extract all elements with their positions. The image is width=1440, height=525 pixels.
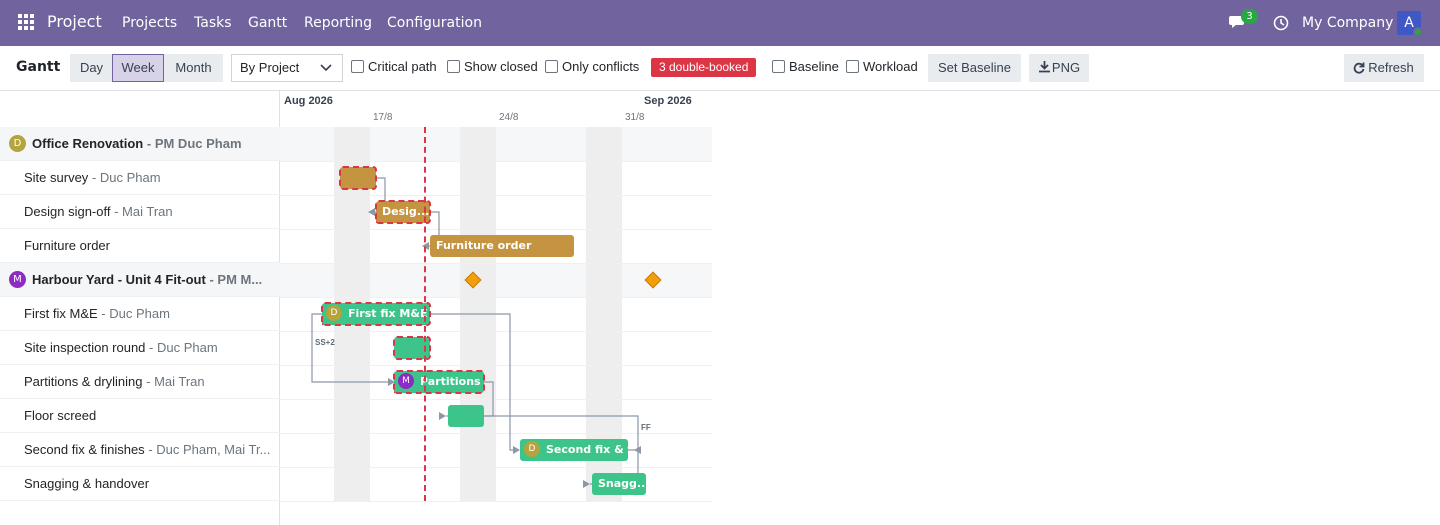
scale-day-button[interactable]: Day [70,54,113,82]
task-assignee: - Duc Pham [101,306,170,321]
critical-path-label: Critical path [368,59,437,74]
task-row-snagging[interactable]: Snagging & handover [0,467,280,501]
chevron-down-icon [320,64,332,72]
workload-checkbox[interactable] [846,60,859,73]
bar-label: First fix M&E [348,307,428,320]
task-name: Snagging & handover [24,476,150,491]
task-row-floor-screed[interactable]: Floor screed [0,399,280,433]
task-name: Floor screed [24,408,97,423]
activity-clock-icon[interactable] [1273,15,1289,31]
project-manager-avatar: M [9,271,26,288]
project-row-harbour-yard[interactable]: M Harbour Yard - Unit 4 Fit-out - PM M..… [0,263,280,297]
show-closed-label: Show closed [464,59,538,74]
project-name: Office Renovation [32,136,144,151]
dependency-label-ss: SS+2 [315,338,335,347]
critical-path-checkbox[interactable] [351,60,364,73]
gantt-row-labels: D Office Renovation - PM Duc Pham Site s… [0,91,280,525]
messages-count-badge: 3 [1241,9,1258,24]
top-navbar: Project Projects Tasks Gantt Reporting C… [0,0,1440,46]
project-name: Harbour Yard - Unit 4 Fit-out [32,272,206,287]
gantt-chart-area[interactable]: Aug 2026 Sep 2026 17/8 24/8 31/8 SS+2 FF… [280,91,712,525]
task-bar-site-survey[interactable] [339,166,377,190]
menu-configuration[interactable]: Configuration [387,15,482,31]
task-bar-first-fix[interactable]: D First fix M&E [321,302,431,326]
assignee-avatar: D [524,441,540,457]
task-row-design-signoff[interactable]: Design sign-off - Mai Tran [0,195,280,229]
menu-tasks[interactable]: Tasks [194,15,232,31]
task-row-site-inspection[interactable]: Site inspection round - Duc Pham [0,331,280,365]
task-assignee: - Mai Tran [114,204,173,219]
company-switcher[interactable]: My Company [1302,15,1393,31]
task-bar-second-fix[interactable]: D Second fix & f... [520,439,628,461]
assignee-avatar: M [398,373,414,389]
view-title: Gantt [16,59,61,75]
task-row-second-fix[interactable]: Second fix & finishes - Duc Pham, Mai Tr… [0,433,280,467]
task-row-partitions[interactable]: Partitions & drylining - Mai Tran [0,365,280,399]
gantt-toolbar: Gantt Day Week Month By Project Critical… [0,46,1440,91]
baseline-label: Baseline [789,59,839,74]
task-name: Furniture order [24,238,110,253]
today-marker-line [424,127,426,501]
task-name: Second fix & finishes [24,442,145,457]
task-row-site-survey[interactable]: Site survey - Duc Pham [0,161,280,195]
task-name: Site survey [24,170,89,185]
task-row-first-fix[interactable]: First fix M&E - Duc Pham [0,297,280,331]
group-by-value: By Project [240,60,300,75]
bar-label: Second fix & f... [546,443,628,456]
online-status-dot [1413,27,1423,37]
project-row-office-renovation[interactable]: D Office Renovation - PM Duc Pham [0,127,280,161]
task-assignee: - Duc Pham, Mai Tr... [148,442,271,457]
task-row-furniture-order[interactable]: Furniture order [0,229,280,263]
scale-month-button[interactable]: Month [164,54,223,82]
assignee-avatar: D [326,305,342,321]
set-baseline-button[interactable]: Set Baseline [928,54,1021,82]
task-name: Design sign-off [24,204,111,219]
task-assignee: - Duc Pham [149,340,218,355]
show-closed-checkbox[interactable] [447,60,460,73]
refresh-icon [1353,62,1365,74]
task-bar-snagging[interactable]: Snagg... [592,473,646,495]
menu-gantt[interactable]: Gantt [248,15,287,31]
refresh-button[interactable]: Refresh [1344,54,1424,82]
only-conflicts-label: Only conflicts [562,59,640,74]
project-manager: - PM Duc Pham [146,136,242,151]
baseline-checkbox[interactable] [772,60,785,73]
task-name: Site inspection round [24,340,146,355]
menu-reporting[interactable]: Reporting [304,15,372,31]
app-brand[interactable]: Project [47,12,102,31]
bar-label: Partitions ... [420,375,484,388]
menu-projects[interactable]: Projects [122,15,177,31]
workload-label: Workload [863,59,918,74]
apps-menu-icon[interactable] [18,14,35,31]
task-assignee: - Mai Tran [146,374,205,389]
project-manager: - PM M... [209,272,263,287]
project-manager-avatar: D [9,135,26,152]
double-booked-badge[interactable]: 3 double-booked [651,58,757,77]
png-export-button[interactable]: PNG [1029,54,1089,82]
task-bar-design-signoff[interactable]: Desig... [375,200,431,224]
scale-week-button[interactable]: Week [112,54,164,82]
group-by-select[interactable]: By Project [231,54,343,82]
task-name: Partitions & drylining [24,374,143,389]
refresh-label: Refresh [1368,60,1414,75]
task-bar-partitions[interactable]: M Partitions ... [393,370,485,394]
task-bar-floor-screed[interactable] [448,405,484,427]
download-icon [1039,61,1050,73]
task-bar-furniture-order[interactable]: Furniture order [430,235,574,257]
only-conflicts-checkbox[interactable] [545,60,558,73]
dependency-label-ff: FF [641,423,651,432]
task-assignee: - Duc Pham [91,170,161,185]
task-name: First fix M&E [24,306,98,321]
png-label: PNG [1051,60,1081,75]
